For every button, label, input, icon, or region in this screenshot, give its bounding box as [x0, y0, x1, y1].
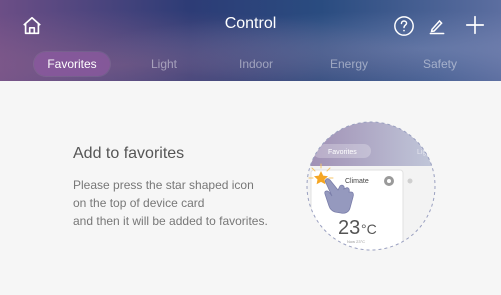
tab-bar: Favorites Light Indoor Energy Safety: [0, 48, 501, 76]
illustration-tab-favorites: Favorites: [328, 149, 357, 156]
illustration-temperature: 23: [338, 217, 360, 239]
illustration-card-name: Climate: [345, 178, 369, 185]
app-window: Control Favorites Light Indoor Energy Sa…: [0, 0, 501, 295]
tab-light[interactable]: Light: [134, 52, 194, 76]
edit-icon[interactable]: [425, 14, 449, 38]
help-icon[interactable]: [392, 14, 416, 38]
illustration-small-text: Now 23°C: [347, 239, 365, 244]
empty-state-line-3: and then it will be added to favorites.: [73, 214, 268, 228]
empty-state-line-1: Please press the star shaped icon: [73, 178, 254, 192]
tab-energy[interactable]: Energy: [316, 52, 382, 76]
favorites-illustration: Favorites Ligh Climate 23 °C Now 23°C: [305, 120, 437, 252]
tab-indoor[interactable]: Indoor: [226, 52, 286, 76]
empty-state-line-2: on the top of device card: [73, 196, 205, 210]
tab-favorites[interactable]: Favorites: [34, 52, 110, 76]
empty-state-title: Add to favorites: [73, 145, 185, 162]
tab-safety[interactable]: Safety: [410, 52, 470, 76]
add-icon[interactable]: [462, 12, 488, 38]
illustration-temperature-unit: °C: [361, 221, 377, 237]
illustration-tab-light: Ligh: [417, 149, 430, 156]
header-bar: Control Favorites Light Indoor Energy Sa…: [0, 0, 501, 81]
